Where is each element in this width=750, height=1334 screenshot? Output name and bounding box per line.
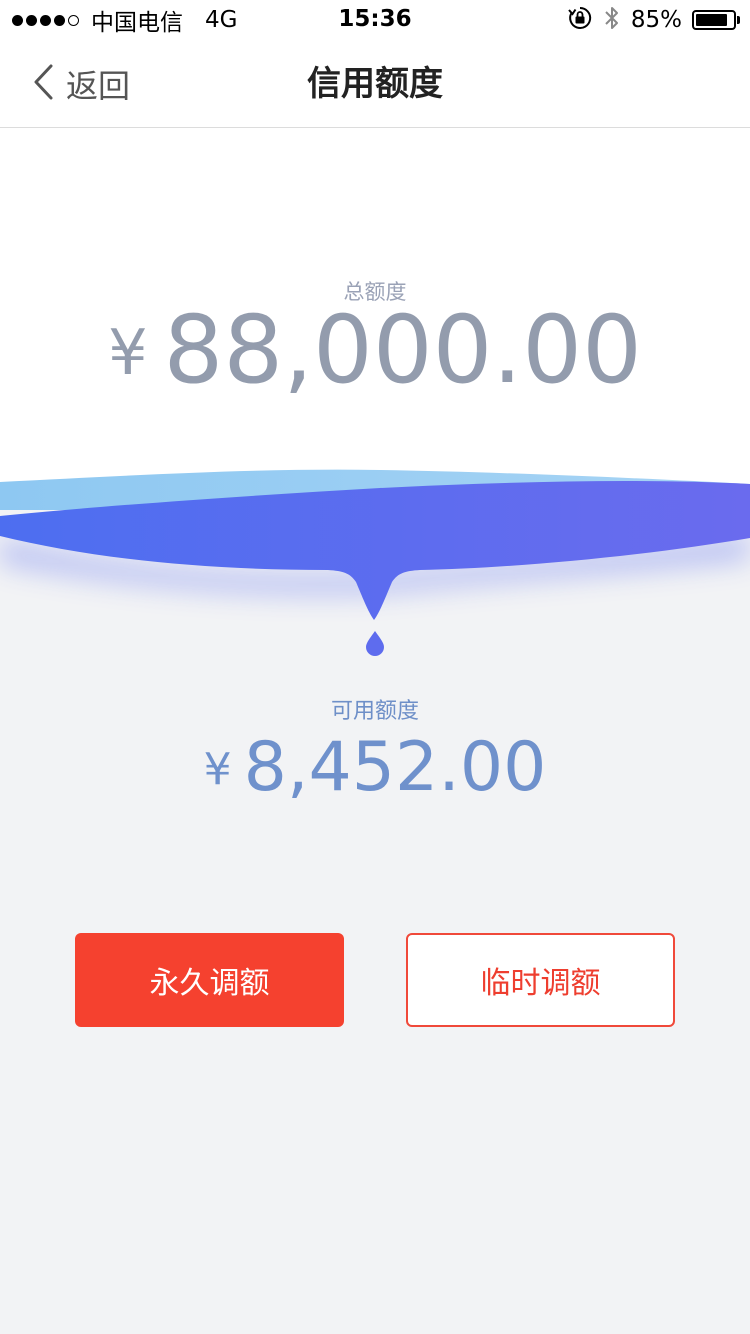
battery-fill xyxy=(696,14,727,26)
signal-icon xyxy=(12,14,79,26)
back-label: 返回 xyxy=(66,67,131,105)
permanent-adjust-button[interactable]: 永久调额 xyxy=(75,933,344,1027)
bluetooth-icon xyxy=(603,4,621,36)
total-credit-amount: ¥88,000.00 xyxy=(0,296,750,408)
status-bar: 中国电信 4G 15:36 85% xyxy=(0,0,750,40)
available-credit-value: 8,452.00 xyxy=(243,728,547,807)
currency-symbol: ¥ xyxy=(108,316,148,389)
battery-percent: 85% xyxy=(630,7,682,33)
total-credit-value: 88,000.00 xyxy=(163,296,642,405)
orientation-lock-icon xyxy=(567,5,593,35)
available-credit-label: 可用额度 xyxy=(330,699,419,724)
status-right: 85% xyxy=(567,6,740,34)
chevron-left-icon xyxy=(32,63,54,105)
nav-bar: 返回 信用额度 xyxy=(0,40,750,128)
temporary-adjust-button[interactable]: 临时调额 xyxy=(406,933,675,1027)
currency-symbol: ¥ xyxy=(203,744,232,795)
credit-wave-graphic xyxy=(0,469,750,656)
network-label: 4G xyxy=(205,7,238,33)
back-button[interactable]: 返回 xyxy=(32,62,130,106)
carrier-label: 中国电信 xyxy=(91,10,183,36)
available-credit-amount: ¥8,452.00 xyxy=(0,728,750,810)
status-left: 中国电信 4G xyxy=(12,6,238,36)
battery-icon xyxy=(692,10,740,30)
